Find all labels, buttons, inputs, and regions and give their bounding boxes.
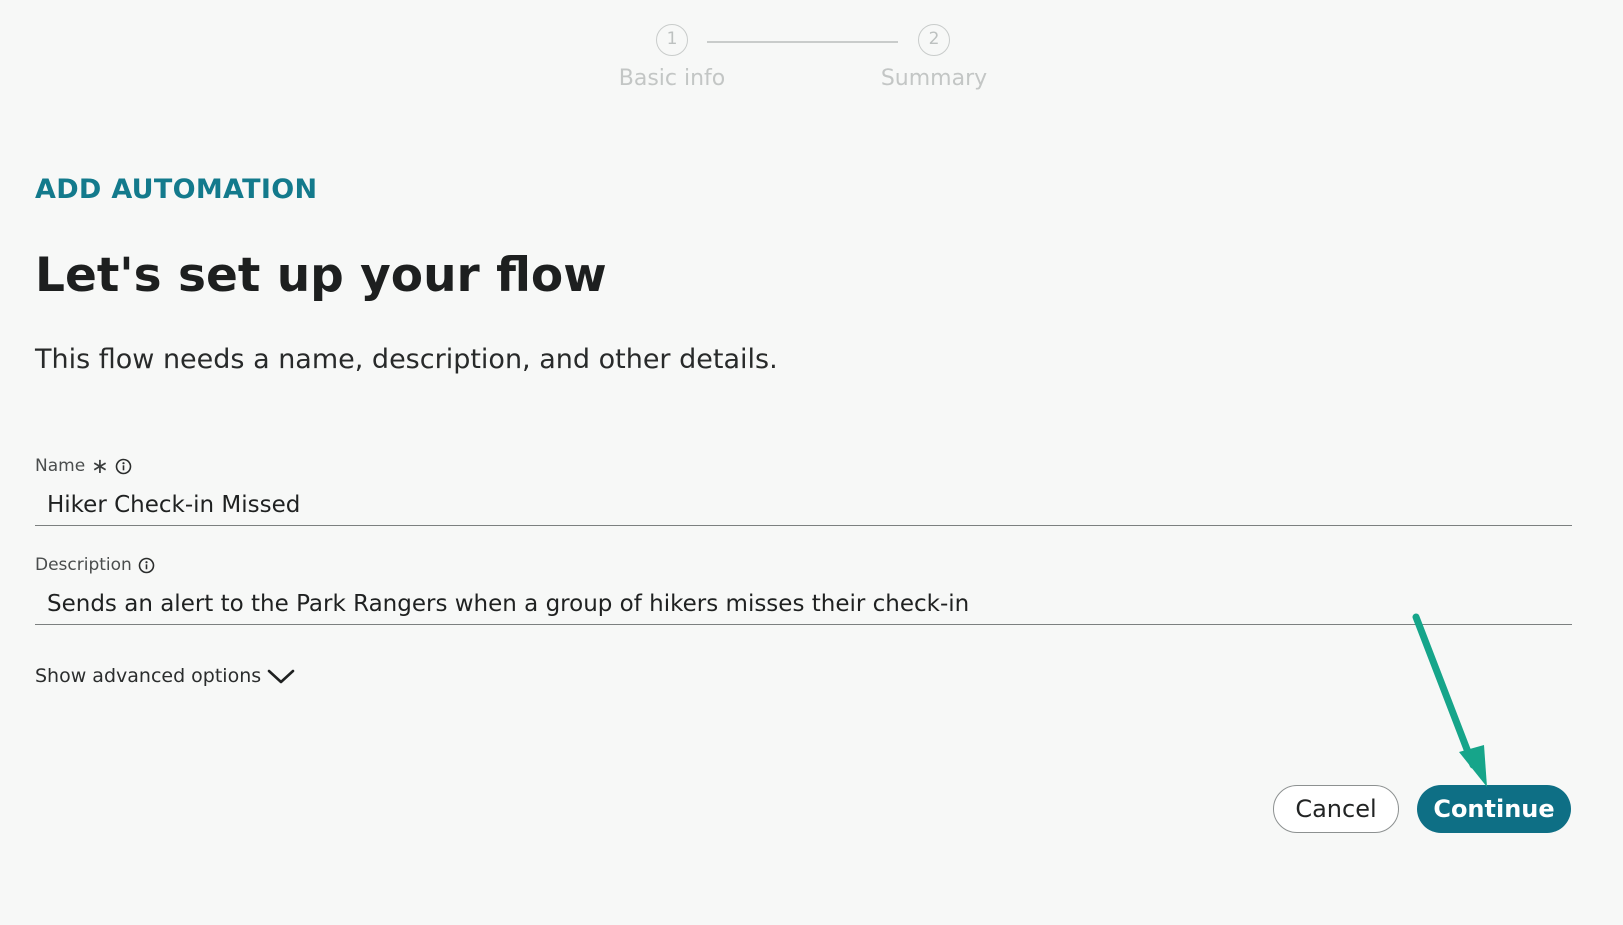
- description-label: Description: [35, 555, 132, 575]
- step-number: 2: [918, 24, 950, 56]
- page-title: Let's set up your flow: [35, 248, 607, 303]
- section-eyebrow: ADD AUTOMATION: [35, 174, 318, 205]
- name-label: Name: [35, 456, 86, 476]
- name-label-row: Name ∗: [35, 453, 1572, 479]
- description-field-group: Description: [35, 552, 1572, 625]
- info-icon[interactable]: [138, 557, 155, 574]
- add-automation-page: 1 Basic info 2 Summary ADD AUTOMATION Le…: [0, 0, 1623, 925]
- step-basic-info[interactable]: 1 Basic info: [592, 24, 752, 91]
- advanced-options-label: Show advanced options: [35, 665, 262, 687]
- name-field-group: Name ∗: [35, 453, 1572, 526]
- required-asterisk: ∗: [91, 453, 109, 478]
- progress-stepper: 1 Basic info 2 Summary: [0, 24, 1623, 104]
- cancel-button[interactable]: Cancel: [1273, 785, 1399, 833]
- show-advanced-options-toggle[interactable]: Show advanced options: [35, 665, 296, 687]
- step-summary[interactable]: 2 Summary: [854, 24, 1014, 91]
- description-input[interactable]: [35, 584, 1572, 625]
- chevron-down-icon: [267, 669, 295, 684]
- step-label: Basic info: [618, 66, 726, 91]
- continue-button[interactable]: Continue: [1417, 785, 1571, 833]
- step-number: 1: [656, 24, 688, 56]
- info-icon[interactable]: [115, 458, 132, 475]
- step-label: Summary: [880, 66, 988, 91]
- page-subtitle: This flow needs a name, description, and…: [35, 344, 778, 375]
- name-input[interactable]: [35, 485, 1572, 526]
- description-label-row: Description: [35, 552, 1572, 578]
